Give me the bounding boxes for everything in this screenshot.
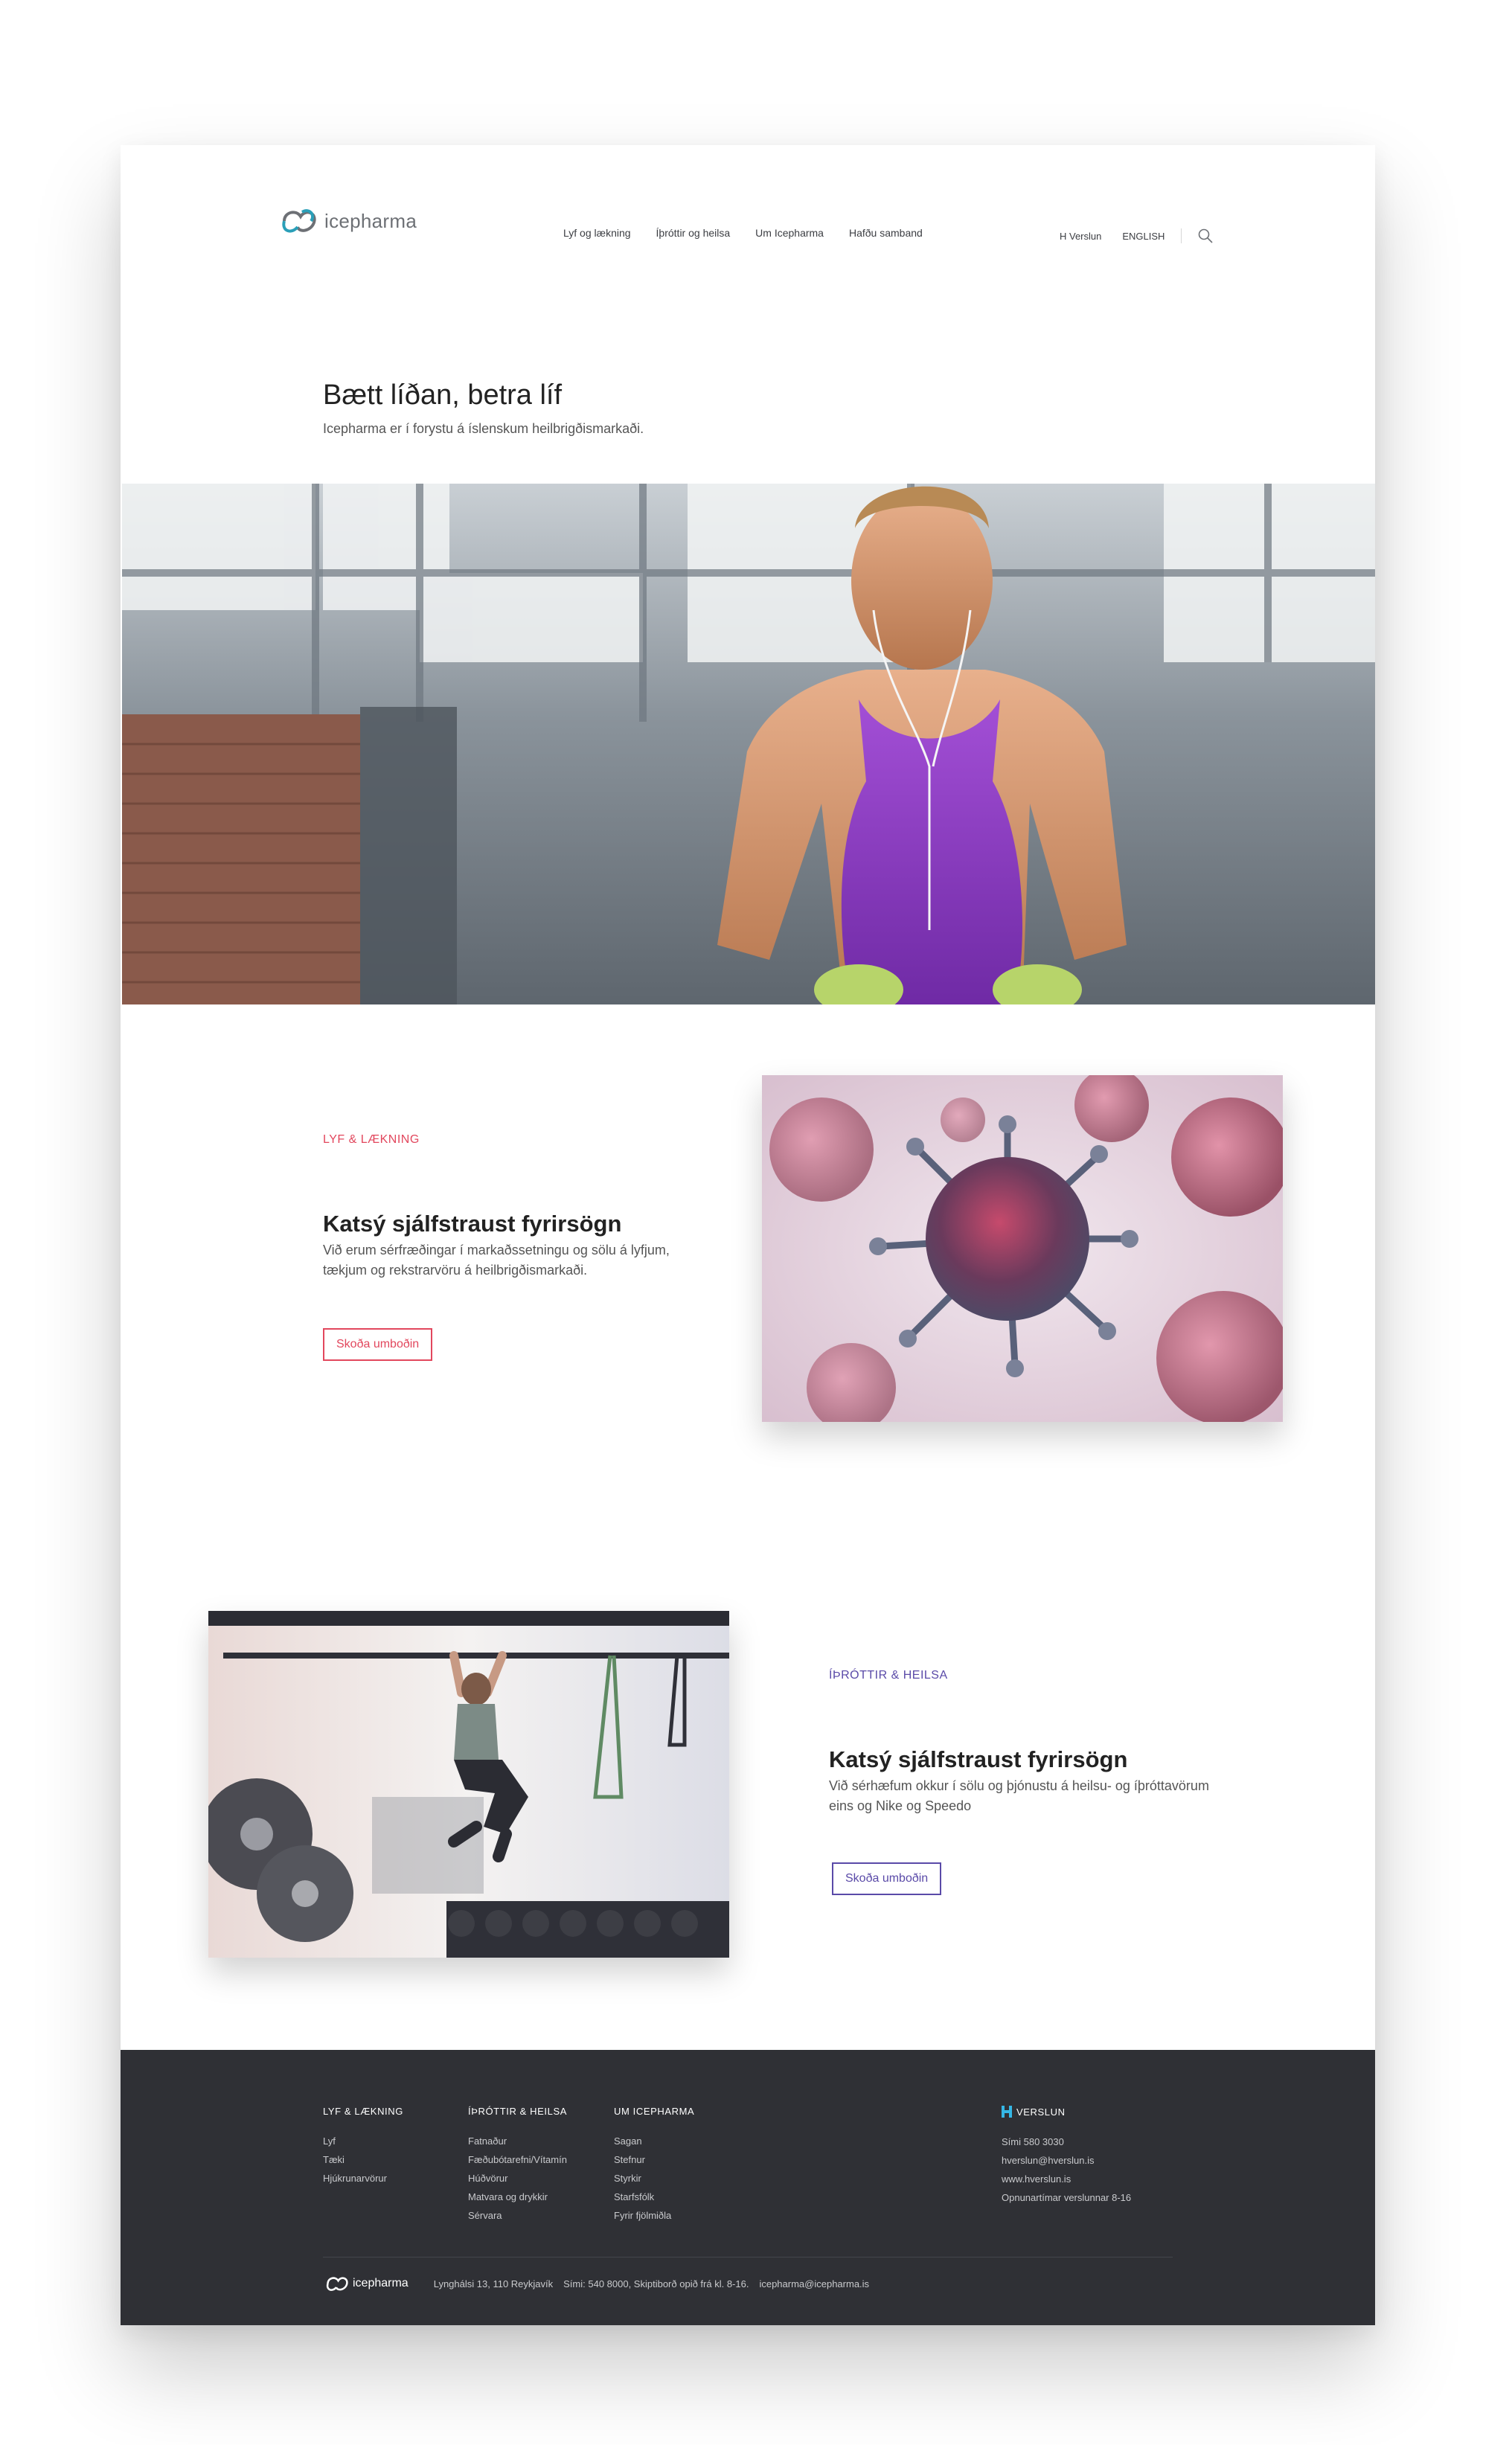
feature2-text: Við sérhæfum okkur í sölu og þjónustu á … — [829, 1778, 1209, 1813]
footer-link[interactable]: Matvara og drykkir — [468, 2188, 567, 2206]
nav-item-english[interactable]: ENGLISH — [1122, 231, 1165, 242]
footer-col-heading: UM ICEPHARMA — [614, 2106, 695, 2117]
hero-image — [122, 484, 1375, 1004]
logo[interactable]: icepharma — [277, 205, 417, 237]
footer-col-ithrottir: ÍÞRÓTTIR & HEILSA Fatnaður Fæðubótarefni… — [468, 2106, 567, 2225]
footer-col-verslun: VERSLUN Sími 580 3030 hverslun@hverslun.… — [1002, 2106, 1131, 2207]
footer-link[interactable]: Fæðubótarefni/Vítamín — [468, 2150, 567, 2169]
footer-logo-text: icepharma — [353, 2277, 409, 2289]
verslun-website[interactable]: www.hverslun.is — [1002, 2170, 1131, 2188]
footer-address: Lynghálsi 13, 110 Reykjavík — [433, 2278, 554, 2289]
nav-item-lyf[interactable]: Lyf og lækning — [563, 227, 631, 239]
footer-phone: Sími: 540 8000, Skiptiborð opið frá kl. … — [563, 2278, 749, 2289]
virus-illustration — [762, 1075, 1283, 1422]
gym-photo — [208, 1611, 729, 1958]
main-nav: Lyf og lækning Íþróttir og heilsa Um Ice… — [563, 227, 923, 239]
footer: LYF & LÆKNING Lyf Tæki Hjúkrunarvörur ÍÞ… — [121, 2050, 1375, 2325]
nav-item-um[interactable]: Um Icepharma — [755, 227, 824, 239]
footer-link[interactable]: Sérvara — [468, 2206, 567, 2225]
footer-link[interactable]: Lyf — [323, 2132, 403, 2150]
feature2-image — [208, 1611, 729, 1958]
feature2-button[interactable]: Skoða umboðin — [832, 1862, 942, 1895]
footer-bottom: icepharma Lynghálsi 13, 110 Reykjavík Sí… — [323, 2273, 869, 2294]
footer-link[interactable]: Stefnur — [614, 2150, 694, 2169]
search-icon[interactable] — [1197, 227, 1214, 245]
footer-link[interactable]: Hjúkrunarvörur — [323, 2169, 403, 2188]
feature1-image — [762, 1075, 1283, 1422]
verslun-phone: Sími 580 3030 — [1002, 2136, 1064, 2147]
footer-link[interactable]: Starfsfólk — [614, 2188, 694, 2206]
footer-link[interactable]: Sagan — [614, 2132, 694, 2150]
footer-email[interactable]: icepharma@icepharma.is — [759, 2278, 869, 2289]
footer-col-heading: VERSLUN — [1002, 2106, 1131, 2118]
footer-link[interactable]: Styrkir — [614, 2169, 694, 2188]
logo-icon — [282, 209, 316, 233]
footer-col-heading: LYF & LÆKNING — [323, 2106, 403, 2117]
feature1-category: LYF & LÆKNING — [323, 1133, 420, 1146]
verslun-heading: VERSLUN — [1016, 2106, 1066, 2118]
hero-photo — [122, 484, 1375, 1004]
utility-nav: H Verslun ENGLISH — [1060, 227, 1214, 245]
nav-item-ithrottir[interactable]: Íþróttir og heilsa — [656, 227, 731, 239]
header: icepharma Lyf og lækning Íþróttir og hei… — [121, 145, 1375, 324]
feature2-title: Katsý sjálfstraust fyrirsögn — [829, 1746, 1128, 1772]
logo-text: icepharma — [324, 209, 417, 232]
footer-col-um: UM ICEPHARMA Sagan Stefnur Styrkir Starf… — [614, 2106, 694, 2225]
footer-link[interactable]: Tæki — [323, 2150, 403, 2169]
feature1-title: Katsý sjálfstraust fyrirsögn — [323, 1211, 622, 1237]
footer-link[interactable]: Húðvörur — [468, 2169, 567, 2188]
page-card: icepharma Lyf og lækning Íþróttir og hei… — [121, 145, 1375, 2325]
h-verslun-icon — [1002, 2106, 1012, 2118]
page-title: Bætt líðan, betra líf — [323, 379, 563, 411]
footer-logo[interactable]: icepharma — [323, 2273, 409, 2294]
feature1-button[interactable]: Skoða umboðin — [323, 1328, 433, 1361]
verslun-email[interactable]: hverslun@hverslun.is — [1002, 2151, 1131, 2170]
footer-col-lyf: LYF & LÆKNING Lyf Tæki Hjúkrunarvörur — [323, 2106, 403, 2188]
feature1-text: Við erum sérfræðingar í markaðssetningu … — [323, 1243, 670, 1278]
verslun-hours: Opnunartímar verslunnar 8-16 — [1002, 2192, 1132, 2203]
footer-logo-icon — [326, 2277, 348, 2291]
footer-col-heading: ÍÞRÓTTIR & HEILSA — [468, 2106, 568, 2117]
page-subtitle: Icepharma er í forystu á íslenskum heilb… — [323, 421, 644, 436]
footer-link[interactable]: Fyrir fjölmiðla — [614, 2206, 694, 2225]
nav-item-hafdu-samband[interactable]: Hafðu samband — [849, 227, 923, 239]
feature2-category: ÍÞRÓTTIR & HEILSA — [829, 1669, 948, 1682]
footer-link[interactable]: Fatnaður — [468, 2132, 567, 2150]
nav-item-h-verslun[interactable]: H Verslun — [1060, 231, 1101, 242]
nav-divider — [1181, 228, 1182, 243]
